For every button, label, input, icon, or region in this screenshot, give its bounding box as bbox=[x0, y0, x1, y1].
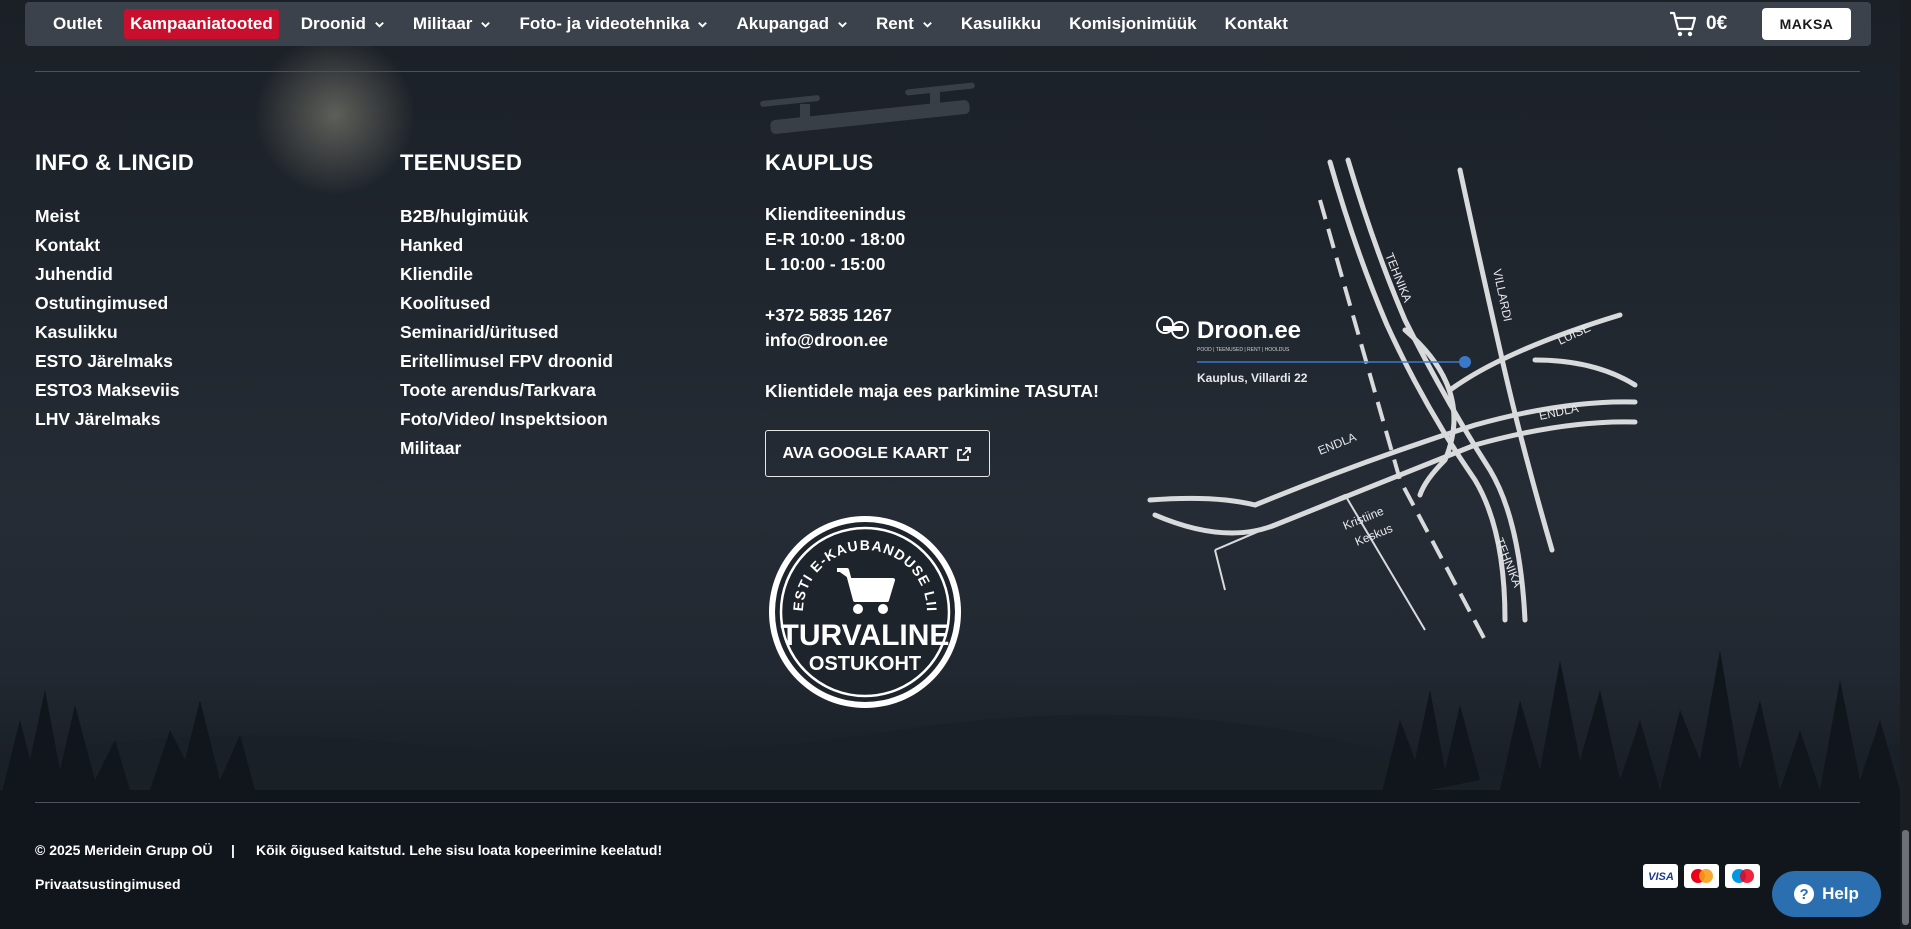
customer-service-label: Klienditeenindus bbox=[765, 204, 906, 224]
chevron-down-icon bbox=[375, 21, 384, 28]
nav-item-drones[interactable]: Droonid bbox=[287, 9, 399, 39]
footer-link-terms[interactable]: Ostutingimused bbox=[35, 289, 194, 318]
map-brand-sub: POOD | TEENUSED | RENT | HOOLDUS bbox=[1197, 347, 1290, 353]
visa-icon: VISA bbox=[1643, 864, 1678, 888]
nav-item-military[interactable]: Militaar bbox=[399, 9, 506, 39]
nav-item-outlet[interactable]: Outlet bbox=[39, 9, 116, 39]
map-address: Kauplus, Villardi 22 bbox=[1197, 371, 1308, 385]
help-icon: ? bbox=[1794, 884, 1815, 904]
chevron-down-icon bbox=[698, 21, 708, 28]
street-label: ENDLA bbox=[1316, 430, 1358, 458]
store-email[interactable]: info@droon.ee bbox=[765, 328, 1099, 353]
help-button[interactable]: ? Help bbox=[1772, 871, 1881, 917]
rights-text: Kõik õigused kaitstud. Lehe sisu loata k… bbox=[256, 842, 663, 858]
footer-link-useful[interactable]: Kasulikku bbox=[35, 318, 194, 347]
copyright-separator: | bbox=[231, 842, 235, 858]
parking-note: Klientidele maja ees parkimine TASUTA! bbox=[765, 381, 1099, 401]
footer-link-lhv-installment[interactable]: LHV Järelmaks bbox=[35, 405, 194, 434]
badge-line2: OSTUKOHT bbox=[809, 653, 921, 675]
badge-line1: TURVALINE bbox=[781, 619, 950, 652]
footer-services-column: TEENUSED B2B/hulgimüük Hanked Kliendile … bbox=[400, 150, 613, 463]
weekday-hours: E-R 10:00 - 18:00 bbox=[765, 229, 906, 249]
cart-icon bbox=[1670, 11, 1697, 37]
chevron-down-icon bbox=[838, 21, 847, 28]
footer-link-for-customer[interactable]: Kliendile bbox=[400, 260, 613, 289]
nav-item-label: Kontakt bbox=[1224, 14, 1288, 33]
footer-link-seminars[interactable]: Seminarid/üritused bbox=[400, 318, 613, 347]
nav-item-contact[interactable]: Kontakt bbox=[1211, 9, 1302, 39]
footer-top-divider bbox=[35, 71, 1860, 72]
help-label: Help bbox=[1822, 884, 1859, 903]
droon-logo bbox=[1156, 316, 1189, 339]
saturday-hours: L 10:00 - 15:00 bbox=[765, 254, 886, 274]
nav-item-label: Foto- ja videotehnika bbox=[519, 14, 690, 33]
trusted-shop-badge[interactable]: EESTI E-KAUBANDUSE LIIT TURVALINE OSTUKO… bbox=[765, 512, 965, 712]
nav-item-label: Outlet bbox=[53, 14, 103, 33]
footer-services-title: TEENUSED bbox=[400, 150, 523, 175]
footer-link-military[interactable]: Militaar bbox=[400, 434, 613, 463]
street-label: ENDLA bbox=[1538, 401, 1580, 423]
store-location-map[interactable]: Droon.ee POOD | TEENUSED | RENT | HOOLDU… bbox=[1145, 150, 1645, 650]
footer-link-about[interactable]: Meist bbox=[35, 202, 194, 231]
footer-link-guides[interactable]: Juhendid bbox=[35, 260, 194, 289]
footer-store-title: KAUPLUS bbox=[765, 150, 874, 175]
footer-link-tenders[interactable]: Hanked bbox=[400, 231, 613, 260]
chevron-down-icon bbox=[481, 21, 491, 28]
payment-methods: VISA bbox=[1643, 864, 1760, 888]
page-scrollbar[interactable] bbox=[1900, 0, 1911, 929]
nav-item-rent[interactable]: Rent bbox=[862, 9, 947, 39]
footer-link-esto-installment[interactable]: ESTO Järelmaks bbox=[35, 347, 194, 376]
nav-item-label: Akupangad bbox=[736, 14, 830, 33]
chevron-down-icon bbox=[922, 21, 932, 28]
footer-link-esto3[interactable]: ESTO3 Makseviis bbox=[35, 376, 194, 405]
nav-item-label: Militaar bbox=[412, 14, 473, 33]
open-google-maps-button[interactable]: AVA GOOGLE KAART bbox=[765, 430, 990, 477]
nav-item-label: Komisjonimüük bbox=[1069, 14, 1197, 33]
cart-button[interactable]: 0€ bbox=[1668, 9, 1727, 39]
nav-item-label: Kampaaniatooted bbox=[130, 14, 273, 33]
mastercard-icon bbox=[1684, 864, 1719, 888]
footer-link-product-dev[interactable]: Toote arendus/Tarkvara bbox=[400, 376, 613, 405]
checkout-button[interactable]: MAKSA bbox=[1762, 8, 1851, 40]
store-location-pin-icon bbox=[1459, 356, 1471, 368]
main-menu: Outlet Kampaaniatooted Droonid Militaar … bbox=[25, 2, 1302, 46]
footer-info-column: INFO & LINGID Meist Kontakt Juhendid Ost… bbox=[35, 150, 194, 434]
nav-item-power-banks[interactable]: Akupangad bbox=[722, 9, 862, 39]
footer-link-contact[interactable]: Kontakt bbox=[35, 231, 194, 260]
scrollbar-thumb[interactable] bbox=[1902, 830, 1909, 925]
maestro-icon bbox=[1725, 864, 1760, 888]
top-navbar: Outlet Kampaaniatooted Droonid Militaar … bbox=[25, 2, 1871, 46]
nav-item-useful[interactable]: Kasulikku bbox=[947, 9, 1055, 39]
privacy-link[interactable]: Privaatsustingimused bbox=[35, 876, 181, 892]
footer-bottom-divider bbox=[35, 802, 1860, 803]
map-brand: Droon.ee bbox=[1197, 317, 1301, 344]
nav-item-label: Kasulikku bbox=[960, 14, 1042, 33]
copyright-text: © 2025 Meridein Grupp OÜ bbox=[35, 842, 213, 858]
footer-link-photo-video-inspection[interactable]: Foto/Video/ Inspektsioon bbox=[400, 405, 613, 434]
footer-link-trainings[interactable]: Koolitused bbox=[400, 289, 613, 318]
nav-item-photo-video[interactable]: Foto- ja videotehnika bbox=[505, 9, 722, 39]
nav-item-label: Rent bbox=[876, 14, 914, 33]
external-link-icon bbox=[957, 446, 972, 461]
nav-item-campaign-products[interactable]: Kampaaniatooted bbox=[124, 9, 279, 39]
street-label: LUISE bbox=[1555, 320, 1592, 347]
nav-item-consignment[interactable]: Komisjonimüük bbox=[1055, 9, 1211, 39]
nav-item-label: Droonid bbox=[300, 14, 366, 33]
footer-info-title: INFO & LINGID bbox=[35, 150, 195, 175]
payment-visa-label: VISA bbox=[1648, 871, 1674, 882]
cart-total: 0€ bbox=[1706, 13, 1728, 34]
open-google-maps-label: AVA GOOGLE KAART bbox=[782, 444, 949, 462]
store-phone[interactable]: +372 5835 1267 bbox=[765, 303, 1099, 328]
footer-link-b2b[interactable]: B2B/hulgimüük bbox=[400, 202, 613, 231]
footer-store-column: KAUPLUS Klienditeenindus E-R 10:00 - 18:… bbox=[765, 150, 1099, 477]
footer-link-custom-fpv[interactable]: Eritellimusel FPV droonid bbox=[400, 347, 613, 376]
